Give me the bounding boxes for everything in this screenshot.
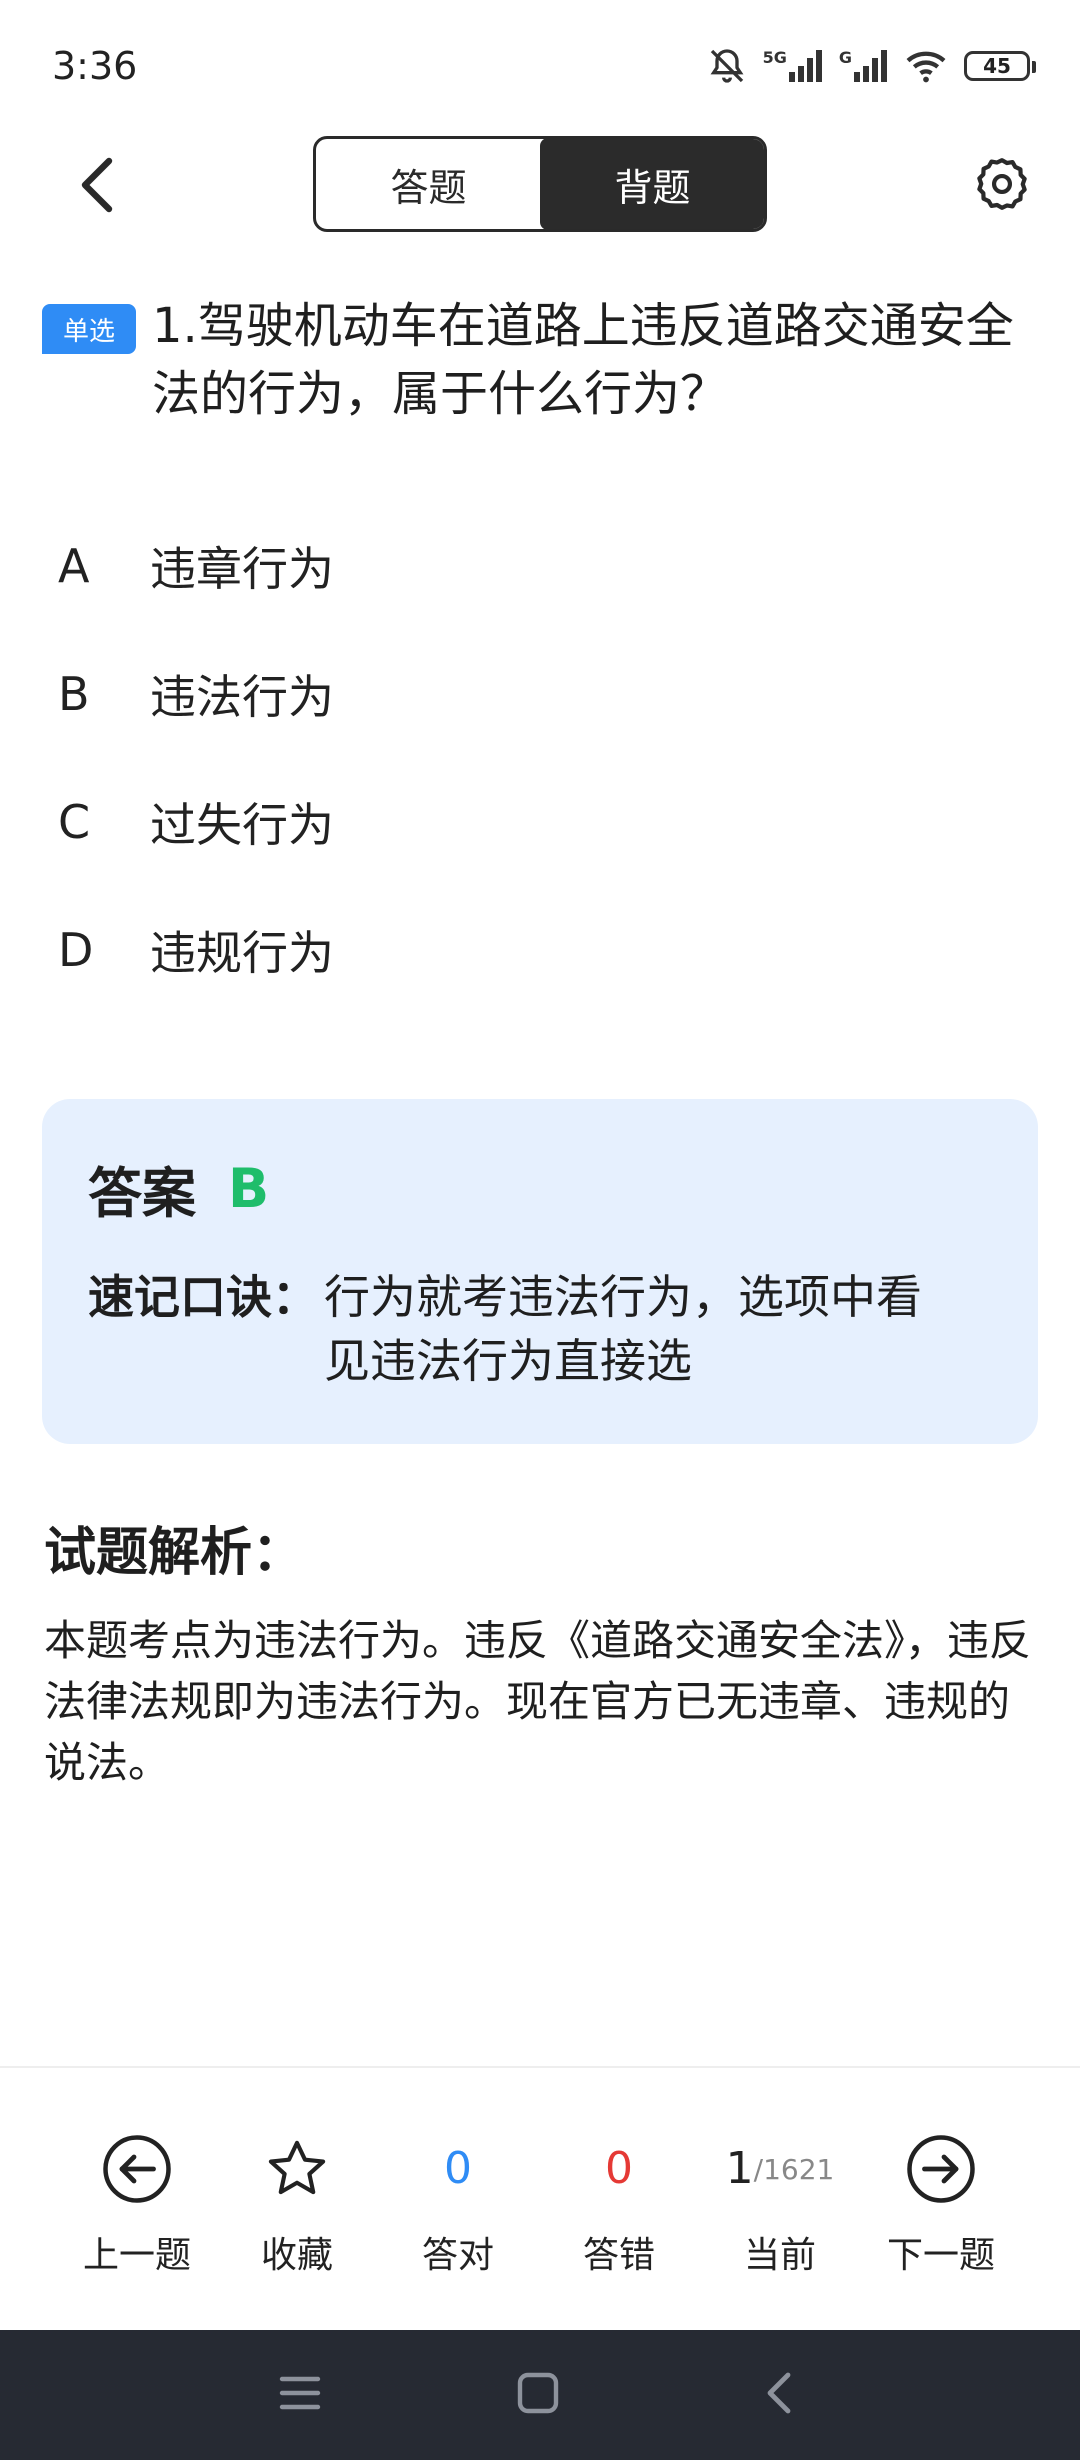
answer-panel: 答案 B 速记口诀： 行为就考违法行为，选项中看见违法行为直接选 [42,1099,1038,1444]
back-triangle-icon [760,2369,796,2421]
option-text: 违规行为 [150,926,334,980]
current-index: 1 [725,2143,754,2194]
option-d[interactable]: D 违规行为 [58,886,1018,1014]
favorite-label: 收藏 [260,2235,333,2276]
question-text: 1.驾驶机动车在道路上违反道路交通安全法的行为，属于什么行为？ [152,298,1014,422]
question-type-badge: 单选 [42,304,136,354]
mnemonic-label: 速记口诀： [88,1270,318,1324]
chevron-left-icon [77,155,117,219]
gear-icon [974,156,1030,216]
next-question-button[interactable]: 下一题 [861,2126,1021,2278]
signal-g-icon: G [839,48,888,84]
bell-muted-icon [707,46,747,86]
back-button[interactable] [62,152,132,222]
tab-review-mode[interactable]: 背题 [540,139,764,229]
battery-icon: 45 [964,51,1036,81]
option-letter: D [58,923,94,977]
options-list: A 违章行为 B 违法行为 C 过失行为 D 违规行为 [58,502,1018,1014]
wrong-count: 0 [605,2143,633,2194]
correct-count-stat[interactable]: 0 答对 [378,2126,538,2278]
wrong-label: 答错 [582,2235,655,2276]
option-letter: A [58,539,90,593]
mode-segmented-control: 答题 背题 [313,136,767,232]
arrow-right-circle-icon [905,2126,977,2212]
wrong-count-stat[interactable]: 0 答错 [539,2126,699,2278]
correct-label: 答对 [421,2235,494,2276]
status-bar: 3:36 5G G 45 [0,0,1080,136]
arrow-left-circle-icon [101,2126,173,2212]
option-letter: C [58,795,91,849]
option-b[interactable]: B 违法行为 [58,630,1018,758]
option-letter: B [58,667,90,721]
answer-row: 答案 B [88,1149,269,1228]
option-a[interactable]: A 违章行为 [58,502,1018,630]
option-c[interactable]: C 过失行为 [58,758,1018,886]
mnemonic-text: 行为就考违法行为，选项中看见违法行为直接选 [324,1270,922,1388]
star-icon [264,2126,330,2212]
home-square-icon [516,2371,560,2419]
question: 单选 1.驾驶机动车在道路上违反道路交通安全法的行为，属于什么行为？ [42,292,1042,428]
option-text: 违章行为 [150,542,334,596]
bottom-toolbar: 上一题 收藏 0 答对 0 答错 1/1621 当前 下一题 [0,2066,1080,2330]
option-text: 违法行为 [150,670,334,724]
nav-back-button[interactable] [748,2365,808,2425]
favorite-button[interactable]: 收藏 [217,2126,377,2278]
status-icons: 5G G 45 [707,44,1036,88]
prev-question-button[interactable]: 上一题 [57,2126,217,2278]
answer-label: 答案 [88,1162,196,1225]
settings-button[interactable] [966,150,1038,222]
answer-value: B [228,1157,270,1220]
mnemonic-row: 速记口诀： 行为就考违法行为，选项中看见违法行为直接选 [88,1265,988,1393]
network-g-label: G [838,48,852,67]
status-time: 3:36 [52,44,138,88]
header: 答题 背题 [0,136,1080,236]
analysis-title: 试题解析： [44,1523,305,1583]
nav-menu-button[interactable] [270,2365,330,2425]
total-count: /1621 [753,2152,835,2186]
signal-5g-icon: 5G [763,48,823,84]
current-progress[interactable]: 1/1621 当前 [700,2126,860,2278]
wifi-icon [904,48,948,84]
system-nav-bar [0,2330,1080,2460]
correct-count: 0 [444,2143,472,2194]
nav-home-button[interactable] [508,2365,568,2425]
network-5g-label: 5G [762,48,787,67]
next-question-label: 下一题 [886,2235,995,2276]
analysis-text: 本题考点为违法行为。违反《道路交通安全法》，违反法律法规即为违法行为。现在官方已… [44,1616,1032,1787]
option-text: 过失行为 [150,798,334,852]
tab-answer-mode[interactable]: 答题 [316,139,541,229]
current-label: 当前 [743,2235,816,2276]
prev-question-label: 上一题 [82,2235,191,2276]
menu-icon [278,2373,322,2417]
